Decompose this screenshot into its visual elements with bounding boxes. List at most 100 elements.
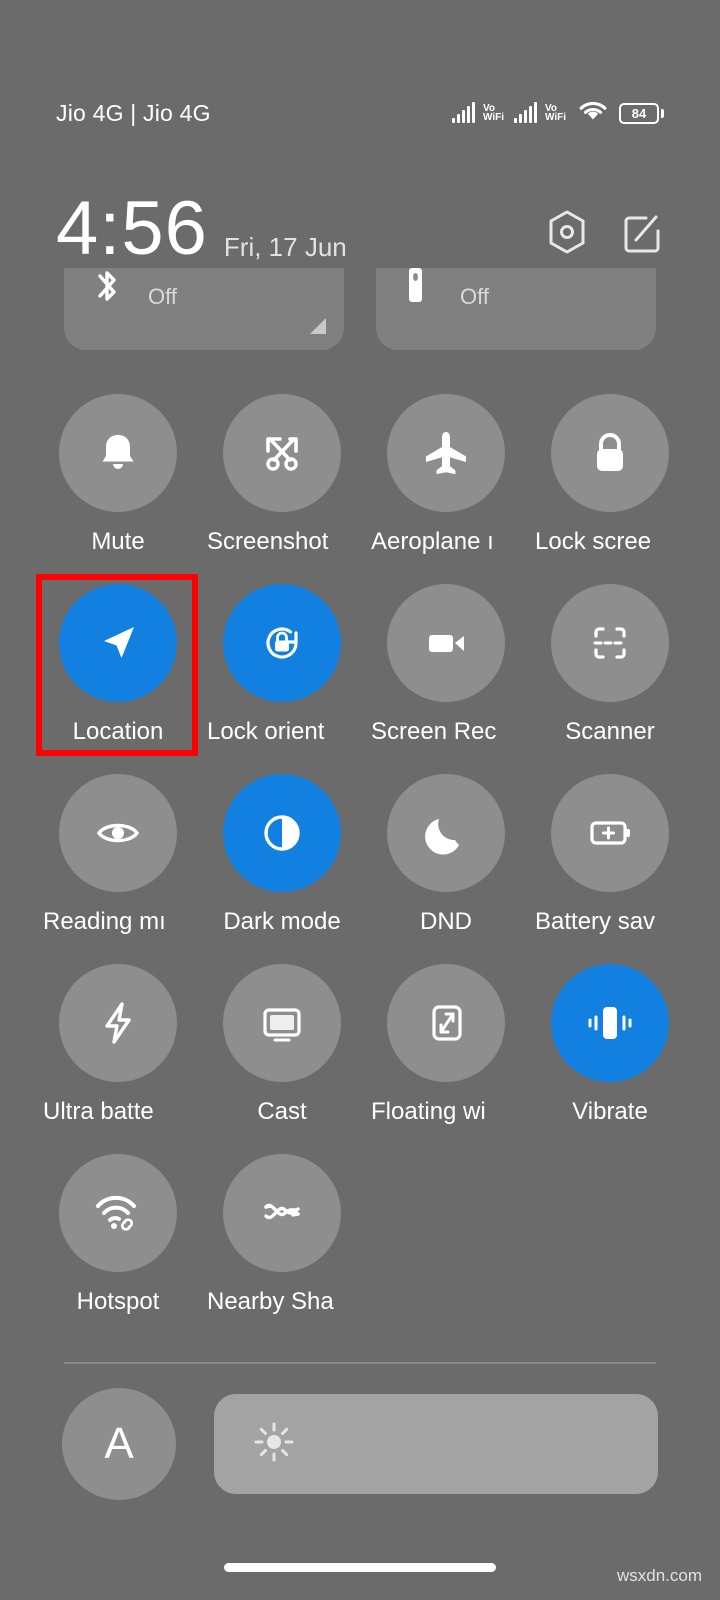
tile-circle[interactable] — [551, 774, 669, 892]
nearby-share-icon — [264, 1203, 300, 1220]
tile-label: Ultra batte — [43, 1098, 154, 1125]
location-arrow-icon — [104, 627, 134, 658]
tile-dark-mode[interactable]: Dark mode — [204, 772, 360, 962]
video-camera-icon — [429, 635, 464, 652]
tile-circle[interactable] — [223, 394, 341, 512]
tile-vibrate[interactable]: Vibrate — [532, 962, 688, 1152]
tile-battery-saver[interactable]: Battery sav — [532, 772, 688, 962]
tile-scanner[interactable]: Scanner — [532, 582, 688, 772]
tile-label: Screen Rec — [371, 718, 497, 745]
tile-circle[interactable] — [223, 584, 341, 702]
tile-circle[interactable] — [387, 774, 505, 892]
tile-circle[interactable] — [387, 964, 505, 1082]
moon-icon — [425, 819, 459, 855]
divider — [64, 1362, 656, 1364]
tile-circle[interactable] — [59, 1154, 177, 1272]
brightness-slider[interactable] — [214, 1394, 658, 1494]
aeroplane-icon — [426, 432, 466, 475]
tile-dnd[interactable]: DND — [368, 772, 524, 962]
card-bluetooth[interactable]: Bluetooth Off — [64, 268, 344, 350]
header-actions — [546, 209, 664, 264]
tile-screen-recorder[interactable]: Screen Rec — [368, 582, 524, 772]
clock-header: 4:56 Fri, 17 Jun — [0, 178, 720, 271]
settings-hexagon-icon[interactable] — [546, 209, 588, 260]
card-bluetooth-status: Off — [148, 284, 177, 309]
auto-brightness-button[interactable]: A — [62, 1388, 176, 1500]
screenshot-icon — [266, 437, 298, 471]
tile-circle[interactable] — [223, 774, 341, 892]
vibrate-icon — [588, 1007, 632, 1039]
battery-plus-icon — [590, 821, 630, 845]
tile-lock-screen[interactable]: Lock scree — [532, 392, 688, 582]
tile-reading-mode[interactable]: Reading mı — [40, 772, 196, 962]
tile-hotspot[interactable]: Hotspot — [40, 1152, 196, 1342]
contrast-circle-icon — [264, 815, 300, 851]
brightness-row: A — [62, 1388, 658, 1500]
tile-circle[interactable] — [59, 964, 177, 1082]
tile-circle[interactable] — [551, 584, 669, 702]
tile-label: Vibrate — [572, 1098, 648, 1125]
tile-label: Scanner — [565, 718, 655, 745]
tile-ultra-battery-saver[interactable]: Ultra batte — [40, 962, 196, 1152]
tile-label: Nearby Sha — [207, 1288, 334, 1315]
signal-bars-icon-2 — [513, 102, 537, 123]
quick-cards: Bluetooth Off Torch Off — [64, 268, 656, 350]
tile-circle[interactable] — [551, 394, 669, 512]
carrier-label: Jio 4G | Jio 4G — [56, 99, 211, 126]
card-torch-title: Torch — [460, 268, 519, 274]
tile-label: DND — [420, 908, 472, 935]
tile-screenshot[interactable]: Screenshot — [204, 392, 360, 582]
tile-label: Lock orient — [207, 718, 325, 745]
tile-label: Cast — [257, 1098, 307, 1125]
bell-icon — [102, 435, 134, 469]
expand-corner-icon[interactable] — [310, 318, 326, 334]
card-torch[interactable]: Torch Off — [376, 268, 656, 350]
tile-label: Reading mı — [43, 908, 166, 935]
home-indicator[interactable] — [224, 1563, 496, 1572]
watermark: wsxdn.com — [616, 1566, 702, 1585]
tile-circle[interactable] — [223, 964, 341, 1082]
tile-label: Hotspot — [76, 1288, 160, 1315]
tile-circle[interactable] — [551, 964, 669, 1082]
clock-time: 4:56 — [56, 186, 208, 271]
monitor-cast-icon — [263, 1008, 301, 1042]
hotspot-icon — [96, 1195, 136, 1231]
tile-label: Battery sav — [535, 908, 656, 935]
battery-icon: 84 — [619, 102, 664, 124]
tile-label: Lock scree — [535, 528, 652, 555]
tile-label: Floating wi — [371, 1098, 486, 1125]
tile-floating-window[interactable]: Floating wi — [368, 962, 524, 1152]
torch-icon — [402, 268, 428, 317]
tile-circle[interactable] — [59, 774, 177, 892]
tile-circle[interactable] — [59, 394, 177, 512]
tile-circle[interactable] — [387, 584, 505, 702]
lock-icon — [597, 433, 623, 471]
tile-label: Location — [72, 718, 164, 745]
brightness-sun-icon — [252, 1420, 296, 1469]
tile-circle[interactable] — [223, 1154, 341, 1272]
eye-icon — [96, 823, 140, 843]
tile-label: Screenshot — [207, 528, 329, 555]
tile-label: Dark mode — [223, 908, 341, 935]
tile-circle[interactable] — [387, 394, 505, 512]
tile-location[interactable]: Location — [40, 582, 196, 772]
tile-cast[interactable]: Cast — [204, 962, 360, 1152]
tile-aeroplane-mode[interactable]: Aeroplane ı — [368, 392, 524, 582]
quick-settings-grid: Mute Screenshot Aeroplane ı Lock scree L… — [40, 392, 688, 1342]
tile-nearby-share[interactable]: Nearby Sha — [204, 1152, 360, 1342]
tile-label: Aeroplane ı — [371, 528, 494, 555]
card-torch-status: Off — [460, 284, 489, 309]
wifi-icon — [578, 100, 608, 127]
lightning-bolt-icon — [105, 1002, 131, 1044]
lock-rotation-icon — [266, 627, 298, 659]
edit-pencil-icon[interactable] — [622, 210, 664, 259]
card-bluetooth-title: Bluetooth — [148, 268, 249, 274]
tile-circle[interactable] — [59, 584, 177, 702]
volte-wifi-icon: Vo WiFi — [482, 102, 504, 123]
auto-brightness-label: A — [104, 1419, 134, 1468]
tile-lock-orientation[interactable]: Lock orient — [204, 582, 360, 772]
scanner-frame-icon — [593, 627, 627, 659]
tile-label: Mute — [91, 528, 145, 555]
tile-mute[interactable]: Mute — [40, 392, 196, 582]
signal-bars-icon — [451, 102, 475, 123]
